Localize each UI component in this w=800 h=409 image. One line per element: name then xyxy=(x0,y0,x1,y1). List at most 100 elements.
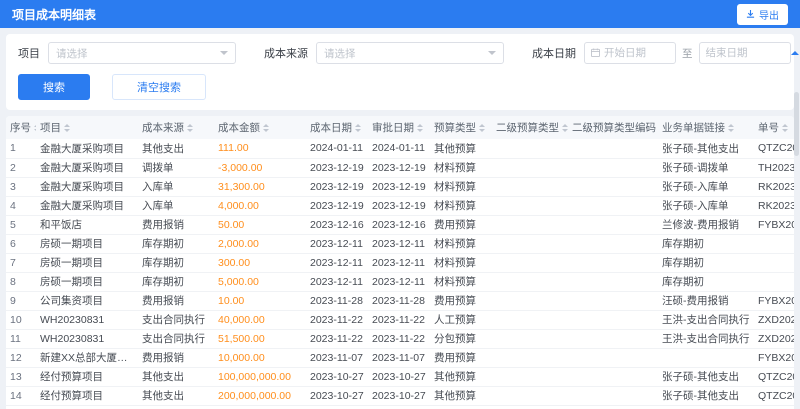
column-header[interactable]: 二级预算类型编码 xyxy=(568,116,658,139)
table-cell xyxy=(492,272,568,292)
table-cell xyxy=(568,291,658,311)
table-row[interactable]: 11 WH20230831 支出合同执行 51,500.00 2023-11-22 202… xyxy=(6,329,794,349)
sort-icon[interactable] xyxy=(562,124,568,132)
table-cell: 材料预算 xyxy=(430,196,492,216)
column-header[interactable]: 预算类型 xyxy=(430,116,492,139)
search-button[interactable]: 搜索 xyxy=(18,74,90,100)
table-row[interactable]: 1 金融大厦采购项目 其他支出 111.00 2024-01-11 2024-01-11 其… xyxy=(6,139,794,159)
sort-icon[interactable] xyxy=(355,124,361,132)
table-cell: 费用报销 xyxy=(138,215,214,235)
table-cell xyxy=(492,310,568,330)
column-header[interactable]: 成本金额 xyxy=(214,116,306,139)
table-cell: 张子硕-其他支出 xyxy=(658,139,754,159)
table-cell: 8 xyxy=(6,272,36,292)
table-cell: 其他支出 xyxy=(138,405,214,409)
table-cell: ZXD20231122001 xyxy=(754,329,794,349)
table-cell: 费用预算 xyxy=(430,348,492,368)
calendar-icon xyxy=(591,44,600,62)
table-row[interactable]: 15经付预算项目其他支出300,000,000.002023-10-272023… xyxy=(6,405,794,409)
table-cell: 5 xyxy=(6,215,36,235)
table-cell: 张子硕-其他支出 xyxy=(658,367,754,387)
export-button-label: 导出 xyxy=(759,10,779,22)
start-date-field[interactable] xyxy=(604,47,669,59)
cost-source-select[interactable]: 请选择 xyxy=(316,42,504,64)
end-date-field[interactable] xyxy=(705,47,784,59)
export-button[interactable]: 导出 xyxy=(737,3,788,25)
table-row[interactable]: 12新建XX总部大厦工程二期费用报销10,000.002023-11-07202… xyxy=(6,348,794,368)
table-row[interactable]: 8 房硕一期项目 库存期初 5,000.00 2023-12-11 2023-12-11 材… xyxy=(6,272,794,292)
table-cell: 和平饭店 xyxy=(36,215,138,235)
table-row[interactable]: 13 经付预算项目 其他支出 100,000,000.00 2023-10-27 2023… xyxy=(6,367,794,387)
table-cell: 3 xyxy=(6,177,36,197)
sort-icon[interactable] xyxy=(64,124,70,132)
table-cell: 房硕一期项目 xyxy=(36,253,138,273)
table-cell: 人工预算 xyxy=(430,310,492,330)
table-cell: 2023-11-22 xyxy=(368,329,430,349)
column-header-label: 成本日期 xyxy=(310,122,352,134)
table-cell xyxy=(492,386,568,406)
table-body: 1 金融大厦采购项目 其他支出 111.00 2024-01-11 2024-01-11 其… xyxy=(6,139,794,409)
table-row[interactable]: 5 和平饭店 费用报销 50.00 2023-12-16 2023-12-16 费用预算 兰修… xyxy=(6,215,794,235)
cost-table-card: 序号 项目 成本来源 成本金额 成本日期 审批日期 预算类型 二级预算类型 二级预算类型编码 业务… xyxy=(6,116,794,409)
table-cell xyxy=(568,234,658,254)
column-header[interactable]: 序号 xyxy=(6,116,36,139)
chevron-down-icon xyxy=(488,51,496,55)
table-cell: 金融大厦采购项目 xyxy=(36,177,138,197)
column-header[interactable]: 审批日期 xyxy=(368,116,430,139)
table-row[interactable]: 3 金融大厦采购项目 入库单 31,300.00 2023-12-19 2023-12-1… xyxy=(6,177,794,197)
table-row[interactable]: 6 房硕一期项目 库存期初 2,000.00 2023-12-11 2023-12-11 材… xyxy=(6,234,794,254)
action-row: 搜索 清空搜索 xyxy=(18,74,782,100)
table-cell xyxy=(492,196,568,216)
table-row[interactable]: 10 WH20230831 支出合同执行 40,000.00 2023-11-22 202… xyxy=(6,310,794,330)
column-header-label: 项目 xyxy=(40,122,61,134)
sort-icon[interactable] xyxy=(263,124,269,132)
table-cell: RK20231219002 xyxy=(754,196,794,216)
column-header[interactable]: 二级预算类型 xyxy=(492,116,568,139)
table-cell: FYBX20231216001 xyxy=(754,215,794,235)
table-row[interactable]: 2 金融大厦采购项目 调拨单 -3,000.00 2023-12-19 2023-12-1… xyxy=(6,158,794,178)
sort-icon[interactable] xyxy=(417,124,423,132)
column-header[interactable]: 成本来源 xyxy=(138,116,214,139)
table-cell xyxy=(492,234,568,254)
table-cell: 2023-11-22 xyxy=(306,310,368,330)
table-cell: 2023-11-22 xyxy=(368,310,430,330)
column-header[interactable]: 成本日期 xyxy=(306,116,368,139)
table-row[interactable]: 14 经付预算项目 其他支出 200,000,000.00 2023-10-27 2023… xyxy=(6,386,794,406)
table-cell: 经付预算项目 xyxy=(36,405,138,409)
column-header[interactable]: 单号 xyxy=(754,116,794,139)
column-header-label: 单号 xyxy=(758,122,779,134)
project-select[interactable]: 请选择 xyxy=(48,42,236,64)
column-header-label: 二级预算类型编码 xyxy=(572,122,656,134)
column-header[interactable]: 业务单据链接 xyxy=(658,116,754,139)
column-header-label: 预算类型 xyxy=(434,122,476,134)
table-cell: 2023-11-07 xyxy=(306,348,368,368)
table-row[interactable]: 4 金融大厦采购项目 入库单 4,000.00 2023-12-19 2023-12-19… xyxy=(6,196,794,216)
sort-icon[interactable] xyxy=(187,124,193,132)
vertical-scrollbar[interactable] xyxy=(794,92,799,402)
table-row[interactable]: 7 房硕一期项目 库存期初 300.00 2023-12-11 2023-12-11 材料预… xyxy=(6,253,794,273)
column-header[interactable]: 项目 xyxy=(36,116,138,139)
table-cell: 房硕一期项目 xyxy=(36,272,138,292)
table-cell: 7 xyxy=(6,253,36,273)
table-cell: 2023-12-11 xyxy=(306,234,368,254)
table-cell: 300.00 xyxy=(214,253,306,273)
table-cell: 材料预算 xyxy=(430,177,492,197)
column-header-label: 二级预算类型 xyxy=(496,122,559,134)
sort-icon[interactable] xyxy=(479,124,485,132)
sort-icon[interactable] xyxy=(34,124,36,132)
expand-filter-link[interactable]: 展开筛选 xyxy=(790,45,800,61)
table-cell: 14 xyxy=(6,386,36,406)
clear-search-button[interactable]: 清空搜索 xyxy=(112,74,206,100)
sort-icon[interactable] xyxy=(782,124,788,132)
start-date-input[interactable] xyxy=(584,42,676,64)
end-date-input[interactable] xyxy=(698,42,791,64)
table-cell: 其他支出 xyxy=(138,139,214,159)
sort-icon[interactable] xyxy=(728,124,734,132)
table-row[interactable]: 9 公司集资项目 费用报销 10.00 2023-11-28 2023-11-28 费用预算… xyxy=(6,291,794,311)
table-cell: 2023-10-27 xyxy=(368,386,430,406)
scrollbar-thumb[interactable] xyxy=(794,92,799,156)
table-cell: -3,000.00 xyxy=(214,158,306,178)
table-cell: 2023-12-11 xyxy=(306,272,368,292)
table-cell: WH20230831 xyxy=(36,310,138,330)
table-cell xyxy=(492,329,568,349)
